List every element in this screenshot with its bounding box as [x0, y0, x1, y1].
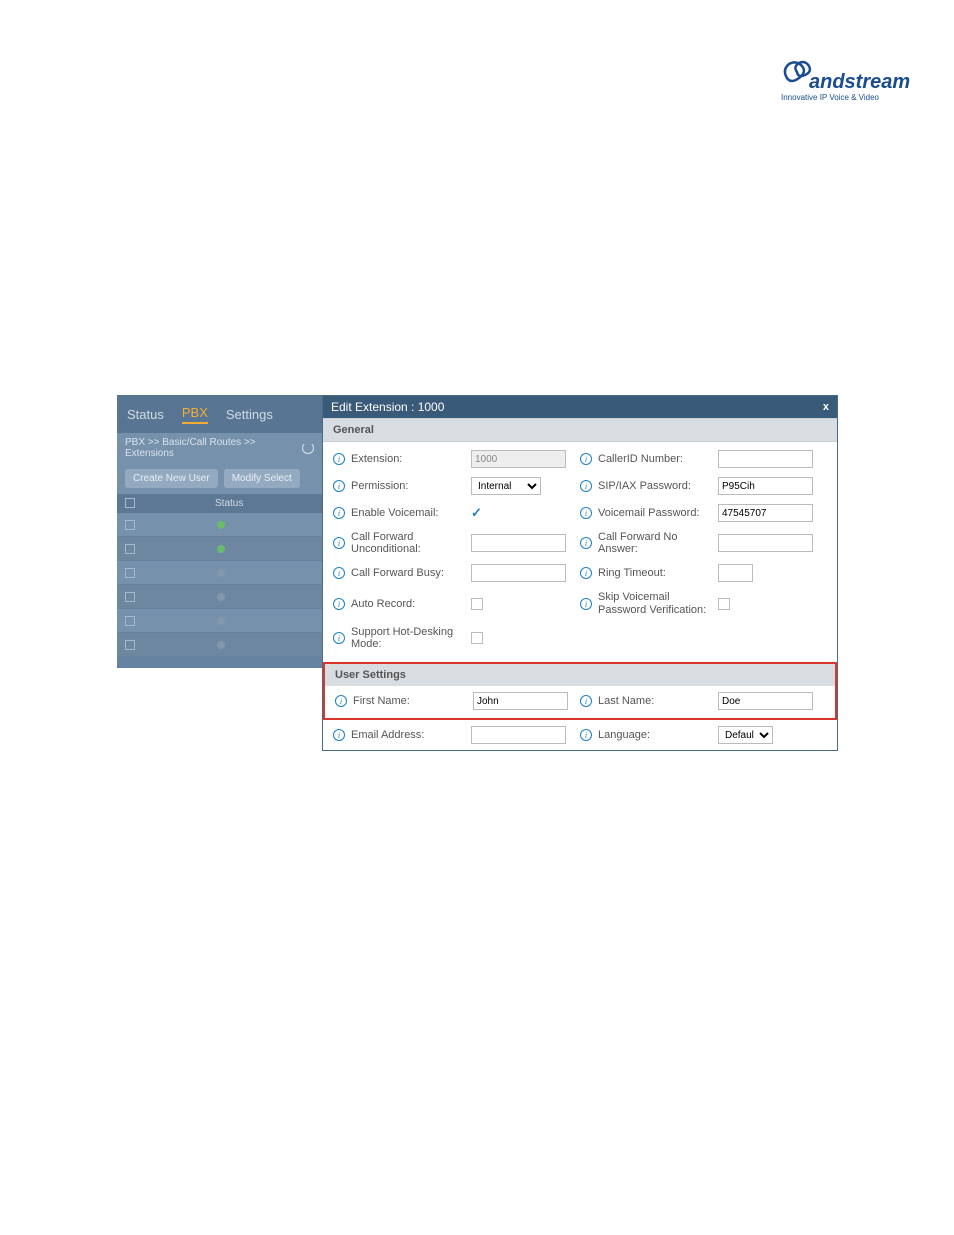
info-icon[interactable]: i — [580, 453, 592, 465]
enable-voicemail-checkbox[interactable]: ✓ — [471, 505, 482, 521]
tab-status[interactable]: Status — [127, 407, 164, 422]
info-icon[interactable]: i — [580, 567, 592, 579]
info-icon[interactable]: i — [333, 729, 345, 741]
ring-timeout-input[interactable] — [718, 564, 753, 582]
tab-settings[interactable]: Settings — [226, 407, 273, 422]
email-input[interactable] — [471, 726, 566, 744]
main-tabs: Status PBX Settings — [117, 395, 322, 433]
skip-vm-verify-checkbox[interactable] — [718, 598, 730, 610]
table-row[interactable] — [117, 537, 322, 561]
action-bar: Create New User Modify Select — [117, 463, 322, 494]
info-icon[interactable]: i — [333, 598, 345, 610]
sipiax-password-label: SIP/IAX Password: — [598, 480, 718, 492]
cf-no-answer-label: Call Forward No Answer: — [598, 531, 718, 555]
status-column-header: Status — [215, 498, 243, 509]
extension-input — [471, 450, 566, 468]
status-indicator-icon — [217, 569, 225, 577]
brand-logo: andstream Innovative IP Voice & Video — [779, 58, 889, 108]
first-name-label: First Name: — [353, 695, 473, 707]
info-icon[interactable]: i — [333, 507, 345, 519]
cf-busy-label: Call Forward Busy: — [351, 567, 471, 579]
hot-desking-checkbox[interactable] — [471, 632, 483, 644]
first-name-input[interactable] — [473, 692, 568, 710]
modal-title: Edit Extension : 1000 — [331, 400, 444, 414]
breadcrumb-text: PBX >> Basic/Call Routes >> Extensions — [125, 437, 302, 459]
status-indicator-icon — [217, 545, 225, 553]
row-checkbox[interactable] — [125, 592, 135, 602]
general-section-body: i Extension: i CallerID Number: i Permis… — [323, 442, 837, 662]
voicemail-password-label: Voicemail Password: — [598, 507, 718, 519]
info-icon[interactable]: i — [580, 729, 592, 741]
permission-label: Permission: — [351, 480, 471, 492]
info-icon[interactable]: i — [580, 598, 592, 610]
close-icon[interactable]: x — [823, 401, 829, 413]
skip-vm-verify-label: Skip Voicemail Password Verification: — [598, 591, 718, 617]
edit-extension-modal: Edit Extension : 1000 x General i Extens… — [322, 395, 838, 751]
cf-unconditional-input[interactable] — [471, 534, 566, 552]
hot-desking-label: Support Hot-Desking Mode: — [351, 626, 471, 650]
info-icon[interactable]: i — [333, 632, 345, 644]
user-settings-section-header: User Settings — [323, 662, 837, 686]
app-backdrop: Status PBX Settings PBX >> Basic/Call Ro… — [117, 395, 322, 668]
enable-voicemail-label: Enable Voicemail: — [351, 507, 471, 519]
screenshot-container: Status PBX Settings PBX >> Basic/Call Ro… — [117, 395, 838, 668]
row-checkbox[interactable] — [125, 520, 135, 530]
callerid-label: CallerID Number: — [598, 453, 718, 465]
voicemail-password-input[interactable] — [718, 504, 813, 522]
refresh-icon[interactable] — [302, 442, 314, 454]
info-icon[interactable]: i — [333, 537, 345, 549]
info-icon[interactable]: i — [580, 695, 592, 707]
user-settings-body: i First Name: i Last Name: i Email Addre… — [323, 686, 837, 750]
language-select[interactable]: Default — [718, 726, 773, 744]
info-icon[interactable]: i — [333, 567, 345, 579]
tab-pbx[interactable]: PBX — [182, 405, 208, 424]
select-all-checkbox[interactable] — [125, 498, 135, 508]
general-section-header: General — [323, 418, 837, 442]
status-indicator-icon — [217, 641, 225, 649]
status-indicator-icon — [217, 593, 225, 601]
modal-header: Edit Extension : 1000 x — [323, 396, 837, 418]
table-row[interactable] — [117, 561, 322, 585]
table-row[interactable] — [117, 513, 322, 537]
cf-unconditional-label: Call Forward Unconditional: — [351, 531, 471, 555]
auto-record-checkbox[interactable] — [471, 598, 483, 610]
table-header: Status — [117, 494, 322, 513]
extension-label: Extension: — [351, 453, 471, 465]
table-row[interactable] — [117, 609, 322, 633]
sipiax-password-input[interactable] — [718, 477, 813, 495]
email-label: Email Address: — [351, 729, 471, 741]
last-name-input[interactable] — [718, 692, 813, 710]
status-indicator-icon — [217, 617, 225, 625]
table-row[interactable] — [117, 585, 322, 609]
info-icon[interactable]: i — [580, 480, 592, 492]
create-user-button[interactable]: Create New User — [125, 469, 218, 488]
info-icon[interactable]: i — [580, 507, 592, 519]
table-row[interactable] — [117, 633, 322, 657]
status-indicator-icon — [217, 521, 225, 529]
info-icon[interactable]: i — [580, 537, 592, 549]
row-checkbox[interactable] — [125, 544, 135, 554]
info-icon[interactable]: i — [333, 480, 345, 492]
brand-name: andstream — [809, 71, 910, 94]
auto-record-label: Auto Record: — [351, 598, 471, 610]
ring-timeout-label: Ring Timeout: — [598, 567, 718, 579]
language-label: Language: — [598, 729, 718, 741]
info-icon[interactable]: i — [335, 695, 347, 707]
cf-busy-input[interactable] — [471, 564, 566, 582]
modify-select-button[interactable]: Modify Select — [224, 469, 300, 488]
row-checkbox[interactable] — [125, 568, 135, 578]
row-checkbox[interactable] — [125, 640, 135, 650]
row-checkbox[interactable] — [125, 616, 135, 626]
brand-tagline: Innovative IP Voice & Video — [781, 93, 879, 102]
cf-no-answer-input[interactable] — [718, 534, 813, 552]
info-icon[interactable]: i — [333, 453, 345, 465]
breadcrumb: PBX >> Basic/Call Routes >> Extensions — [117, 433, 322, 463]
permission-select[interactable]: Internal — [471, 477, 541, 495]
callerid-input[interactable] — [718, 450, 813, 468]
last-name-label: Last Name: — [598, 695, 718, 707]
